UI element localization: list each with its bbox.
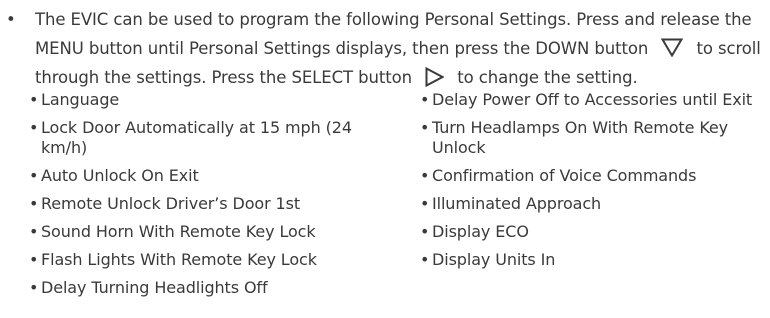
setting-display-eco: Display ECO <box>432 222 529 241</box>
intro-text-1: The EVIC can be used to program the foll… <box>35 10 752 58</box>
item-bullet: • <box>420 222 430 241</box>
setting-language: Language <box>41 90 120 109</box>
intro-bullet: • <box>6 10 16 29</box>
list-item: • Lock Door Automatically at 15 mph (24 … <box>29 118 389 158</box>
list-item: • Display ECO <box>420 222 770 242</box>
item-bullet: • <box>420 166 430 185</box>
setting-display-units: Display Units In <box>432 250 556 269</box>
item-bullet: • <box>29 194 39 213</box>
item-bullet: • <box>29 90 39 109</box>
setting-auto-lock: Lock Door Automatically at 15 mph (24 km… <box>41 118 352 157</box>
list-item: • Remote Unlock Driver’s Door 1st <box>29 194 389 214</box>
item-bullet: • <box>420 250 430 269</box>
item-bullet: • <box>420 90 430 109</box>
item-bullet: • <box>420 118 430 137</box>
list-item: • Display Units In <box>420 250 770 270</box>
manual-page: • The EVIC can be used to program the fo… <box>0 0 770 318</box>
list-item: • Auto Unlock On Exit <box>29 166 389 186</box>
item-bullet: • <box>29 250 39 269</box>
list-item: • Delay Turning Headlights Off <box>29 278 389 298</box>
list-item: • Illuminated Approach <box>420 194 770 214</box>
list-item: • Turn Headlamps On With Remote Key Unlo… <box>420 118 770 158</box>
list-item: • Language <box>29 90 389 110</box>
setting-flash-lights: Flash Lights With Remote Key Lock <box>41 250 317 269</box>
setting-remote-unlock: Remote Unlock Driver’s Door 1st <box>41 194 301 213</box>
item-bullet: • <box>29 222 39 241</box>
intro-paragraph: • The EVIC can be used to program the fo… <box>6 5 766 92</box>
item-bullet: • <box>29 278 39 297</box>
setting-delay-headlights: Delay Turning Headlights Off <box>41 278 268 297</box>
list-item: • Delay Power Off to Accessories until E… <box>420 90 770 110</box>
item-bullet: • <box>420 194 430 213</box>
setting-auto-unlock: Auto Unlock On Exit <box>41 166 199 185</box>
setting-delay-power-off: Delay Power Off to Accessories until Exi… <box>432 90 753 109</box>
intro-text-3: to change the setting. <box>457 68 638 87</box>
item-bullet: • <box>29 166 39 185</box>
settings-list-right: • Delay Power Off to Accessories until E… <box>420 90 770 278</box>
list-item: • Flash Lights With Remote Key Lock <box>29 250 389 270</box>
setting-illuminated-approach: Illuminated Approach <box>432 194 602 213</box>
setting-headlamps-remote: Turn Headlamps On With Remote Key Unlock <box>432 118 729 157</box>
list-item: • Confirmation of Voice Commands <box>420 166 770 186</box>
down-triangle-icon <box>661 38 684 57</box>
setting-sound-horn: Sound Horn With Remote Key Lock <box>41 222 316 241</box>
item-bullet: • <box>29 118 39 137</box>
settings-list-left: • Language • Lock Door Automatically at … <box>29 90 389 306</box>
right-triangle-icon <box>425 66 445 87</box>
list-item: • Sound Horn With Remote Key Lock <box>29 222 389 242</box>
setting-voice-confirm: Confirmation of Voice Commands <box>432 166 697 185</box>
